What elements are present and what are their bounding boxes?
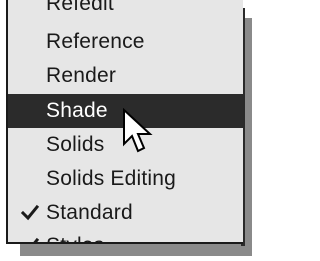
menu-item-label: Render xyxy=(46,64,117,87)
menu-item-render[interactable]: Render xyxy=(8,59,243,93)
menu-item-refedit[interactable]: Refedit xyxy=(8,0,243,21)
menu-item-solids-editing[interactable]: Solids Editing xyxy=(8,162,243,196)
menu-item-label: Shade xyxy=(46,99,108,122)
menu-item-label: Solids xyxy=(46,133,105,156)
check-icon xyxy=(20,236,40,242)
menu-item-standard[interactable]: Standard xyxy=(8,196,243,230)
check-icon xyxy=(20,203,40,223)
screenshot-canvas: Refedit Reference Render Shade Solids So… xyxy=(0,0,256,261)
mouse-pointer-icon xyxy=(121,107,155,158)
menu-item-label: Standard xyxy=(46,201,133,224)
menu-item-label: Styles xyxy=(46,234,104,242)
menu-item-styles[interactable]: Styles xyxy=(8,229,243,242)
menu-item-reference[interactable]: Reference xyxy=(8,25,243,59)
menu-item-label: Refedit xyxy=(46,0,114,15)
menu-item-label: Solids Editing xyxy=(46,167,177,190)
menu-item-label: Reference xyxy=(46,30,145,53)
